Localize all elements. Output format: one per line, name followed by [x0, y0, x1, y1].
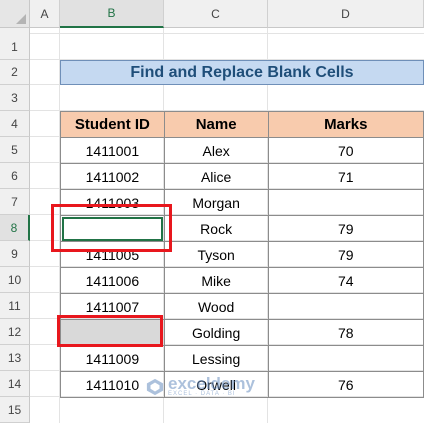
cell-name[interactable]: Rock	[163, 215, 269, 242]
cell-student-id[interactable]: 1411006	[60, 267, 165, 294]
cell-marks[interactable]: 70	[267, 137, 424, 164]
column-header-a[interactable]: A	[30, 0, 60, 28]
cell-name[interactable]: Golding	[163, 319, 269, 346]
cell-name[interactable]: Alice	[163, 163, 269, 190]
row-header-7[interactable]: 7	[0, 189, 30, 215]
table-row: 1411009 Lessing	[60, 345, 424, 372]
column-header-b[interactable]: B	[60, 0, 164, 28]
select-all-button[interactable]	[0, 0, 30, 28]
highlight-box-row-12	[57, 315, 163, 347]
watermark-name: exceldemy	[168, 374, 255, 393]
cell-name[interactable]: Morgan	[163, 189, 269, 216]
cell-marks[interactable]: 79	[267, 241, 424, 268]
cell-marks[interactable]	[267, 345, 424, 372]
cell-marks[interactable]: 76	[267, 371, 424, 398]
cell-name[interactable]: Tyson	[163, 241, 269, 268]
table-row: 1411001 Alex 70	[60, 137, 424, 164]
row-header-6[interactable]: 6	[0, 163, 30, 189]
header-student-id[interactable]: Student ID	[60, 111, 165, 138]
row-header-1[interactable]: 1	[0, 34, 30, 60]
highlight-box-row-8	[51, 204, 172, 252]
cell-name[interactable]: Wood	[163, 293, 269, 320]
student-table: Student ID Name Marks 1411001 Alex 70 14…	[60, 111, 424, 398]
row-header-15[interactable]: 15	[0, 397, 30, 423]
cell-name[interactable]: Lessing	[163, 345, 269, 372]
select-all-triangle-icon	[16, 14, 26, 24]
row-header-9[interactable]: 9	[0, 241, 30, 267]
row-header-14[interactable]: 14	[0, 371, 30, 397]
table-header-row: Student ID Name Marks	[60, 111, 424, 138]
row-header-10[interactable]: 10	[0, 267, 30, 293]
cell-marks[interactable]	[267, 293, 424, 320]
table-row: 1411002 Alice 71	[60, 163, 424, 190]
cell-marks[interactable]: 78	[267, 319, 424, 346]
row-header-4[interactable]: 4	[0, 111, 30, 137]
table-row: 1411006 Mike 74	[60, 267, 424, 294]
cell-name[interactable]: Alex	[163, 137, 269, 164]
cell-student-id[interactable]: 1411002	[60, 163, 165, 190]
row-header-11[interactable]: 11	[0, 293, 30, 319]
watermark-text: exceldemy EXCEL · DATA · BI	[168, 374, 255, 397]
row-header-13[interactable]: 13	[0, 345, 30, 371]
cell-marks[interactable]	[267, 189, 424, 216]
header-marks[interactable]: Marks	[267, 111, 424, 138]
row-header-3[interactable]: 3	[0, 85, 30, 111]
title-cell[interactable]: Find and Replace Blank Cells	[60, 60, 424, 85]
cell-marks[interactable]: 71	[267, 163, 424, 190]
row-header-filler	[0, 28, 30, 34]
watermark: exceldemy EXCEL · DATA · BI	[146, 374, 255, 397]
cell-student-id[interactable]: 1411009	[60, 345, 165, 372]
row-header-8[interactable]: 8	[0, 215, 30, 241]
gridline-horizontal	[30, 33, 424, 34]
cell-name[interactable]: Mike	[163, 267, 269, 294]
cell-marks[interactable]: 74	[267, 267, 424, 294]
header-name[interactable]: Name	[163, 111, 269, 138]
exceldemy-logo-icon	[146, 378, 164, 395]
spreadsheet: A B C D 1 2 3 4 5 6 7 8 9 10 11 12 13 14…	[0, 0, 424, 423]
column-header-d[interactable]: D	[268, 0, 424, 28]
row-header-12[interactable]: 12	[0, 319, 30, 345]
row-header-2[interactable]: 2	[0, 60, 30, 85]
cell-marks[interactable]: 79	[267, 215, 424, 242]
row-header-5[interactable]: 5	[0, 137, 30, 163]
cell-student-id[interactable]: 1411001	[60, 137, 165, 164]
column-header-c[interactable]: C	[164, 0, 268, 28]
